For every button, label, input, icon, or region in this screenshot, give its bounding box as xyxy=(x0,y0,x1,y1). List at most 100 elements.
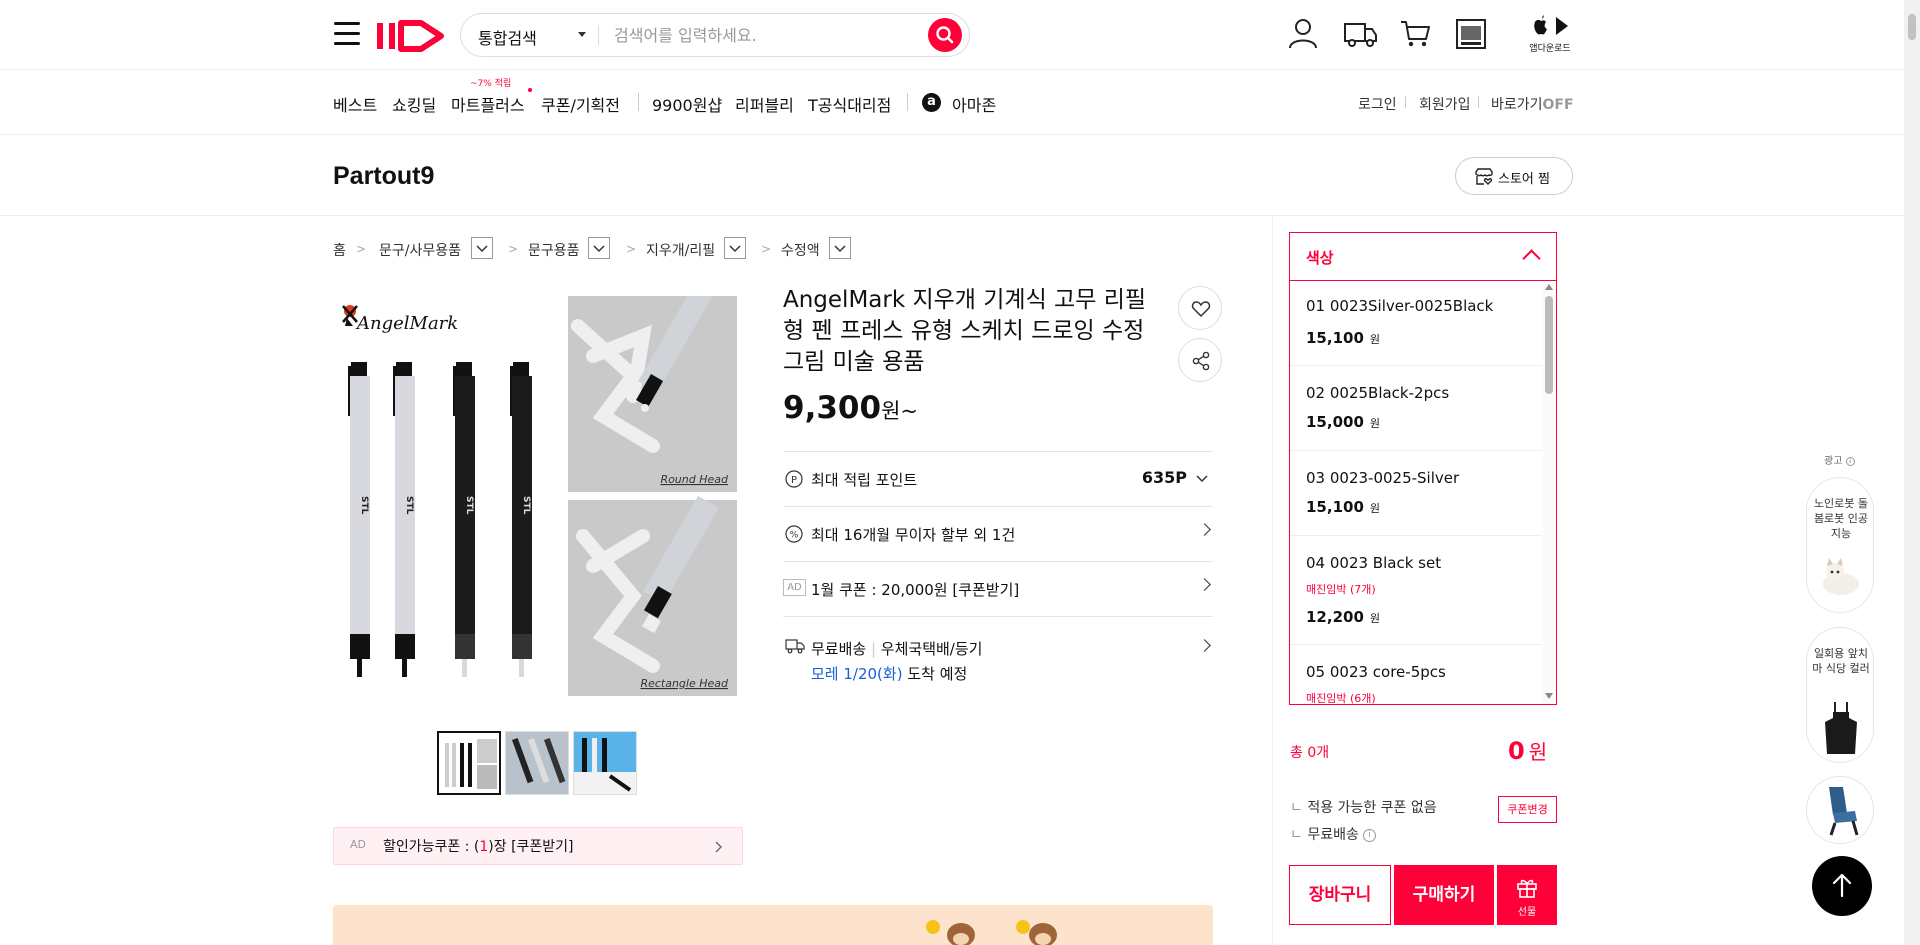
breadcrumb-category-3[interactable]: 지우개/리필 xyxy=(646,240,715,260)
page-scrollbar-thumb[interactable] xyxy=(1908,14,1916,40)
coupon-suffix: )장 [쿠폰받기] xyxy=(488,839,574,855)
coupon-change-button[interactable]: 쿠폰변경 xyxy=(1498,796,1557,823)
store-like-button[interactable]: 스토어 찜 xyxy=(1455,157,1573,195)
info-icon[interactable]: i xyxy=(1845,456,1855,466)
product-thumbnail[interactable] xyxy=(505,731,569,795)
breadcrumb-category-2[interactable]: 문구용품 xyxy=(528,240,580,260)
max-points-row[interactable]: P 최대 적립 포인트 635P xyxy=(783,452,1213,506)
price-unit: 원~ xyxy=(881,399,918,423)
nav-item-coupon[interactable]: 쿠폰/기획전 xyxy=(541,92,620,116)
scroll-up-arrow-icon[interactable] xyxy=(1545,284,1553,290)
product-thumbnail[interactable] xyxy=(437,731,501,795)
coupon-prefix: 할인가능쿠폰 : ( xyxy=(383,839,480,855)
nav-item-amazon[interactable]: 아마존 xyxy=(952,92,996,116)
buy-now-button[interactable]: 구매하기 xyxy=(1394,865,1494,925)
recent-viewed-icon[interactable] xyxy=(1455,18,1487,50)
app-store-icons[interactable] xyxy=(1530,14,1572,40)
search-type-select[interactable]: 통합검색 xyxy=(478,25,537,49)
breadcrumb-chevron-icon: > xyxy=(508,242,519,256)
price-value: 9,300 xyxy=(783,390,882,426)
store-heart-icon xyxy=(1475,168,1493,185)
shortcut-toggle[interactable]: 바로가기OFF xyxy=(1491,94,1574,114)
option-scrollbar-thumb[interactable] xyxy=(1545,296,1553,394)
option-price: 15,100 원 xyxy=(1306,498,1381,516)
angelmark-logo-icon xyxy=(342,305,358,326)
nav-item-shocking-deal[interactable]: 쇼킹딜 xyxy=(392,92,436,116)
round-head-panel xyxy=(568,296,737,492)
option-item[interactable]: 05 0023 core-5pcs 매진임박 (6개) xyxy=(1290,645,1542,704)
join-link[interactable]: 회원가입 xyxy=(1419,94,1471,114)
wishlist-button[interactable] xyxy=(1178,286,1222,330)
page-scrollbar[interactable] xyxy=(1904,0,1920,945)
round-head-caption: Round Head xyxy=(660,473,729,486)
nav-item-t-agency[interactable]: T공식대리점 xyxy=(808,92,891,116)
nav-item-best[interactable]: 베스트 xyxy=(333,92,377,116)
total-count: 총 0개 xyxy=(1290,745,1330,761)
breadcrumb-home[interactable]: 홈 xyxy=(333,240,346,260)
option-item[interactable]: 04 0023 Black set 매진임박 (7개) 12,200 원 xyxy=(1290,536,1542,645)
add-to-cart-button[interactable]: 장바구니 xyxy=(1289,865,1391,925)
ad-card-text: 일회용 앞치마 식당 컬러 xyxy=(1812,647,1870,675)
util-divider xyxy=(1478,96,1479,108)
discount-coupon-text[interactable]: 할인가능쿠폰 : (1)장 [쿠폰받기] xyxy=(383,836,574,856)
option-header-label[interactable]: 색상 xyxy=(1306,247,1334,268)
breadcrumb-dropdown[interactable] xyxy=(588,237,610,259)
chevron-right-icon xyxy=(1198,639,1211,652)
svg-text:%: % xyxy=(790,531,799,541)
point-icon: P xyxy=(785,470,803,488)
delivery-truck-icon xyxy=(785,639,805,654)
ad-card-robot[interactable]: 노인로봇 돌봄로봇 인공지능 xyxy=(1806,477,1874,613)
breadcrumb-category-1[interactable]: 문구/사무용품 xyxy=(379,240,461,260)
product-thumbnail[interactable] xyxy=(573,731,637,795)
heart-icon xyxy=(1191,301,1211,318)
user-icon[interactable] xyxy=(1286,16,1320,50)
option-name: 03 0023-0025-Silver xyxy=(1306,469,1460,487)
menu-icon[interactable] xyxy=(334,22,360,46)
search-divider xyxy=(598,25,599,45)
share-button[interactable] xyxy=(1178,338,1222,382)
info-icon[interactable]: i xyxy=(1362,828,1376,842)
util-divider xyxy=(1405,96,1406,108)
installment-row[interactable]: % 최대 16개월 무이자 할부 외 1건 xyxy=(783,507,1213,561)
shipping-row[interactable]: 무료배송 | 우체국택배/등기 모레 1/20(화) 도착 예정 xyxy=(783,617,1213,687)
scroll-down-arrow-icon[interactable] xyxy=(1545,693,1553,699)
gift-button[interactable]: 선물 xyxy=(1497,865,1557,925)
nav-item-refurbly[interactable]: 리퍼블리 xyxy=(735,92,794,116)
breadcrumb-category-4[interactable]: 수정액 xyxy=(781,240,820,260)
ad-card-apron[interactable]: 일회용 앞치마 식당 컬러 xyxy=(1806,627,1874,763)
product-main-image[interactable]: AngelMark STL STL STL STL Round Head Rec… xyxy=(333,296,737,696)
free-shipping-text: 무료배송 xyxy=(1307,827,1359,843)
max-points-value: 635P xyxy=(1141,468,1187,487)
store-bar xyxy=(0,136,1904,216)
breadcrumb-dropdown[interactable] xyxy=(724,237,746,259)
store-name[interactable]: Partout9 xyxy=(333,162,434,191)
option-item[interactable]: 01 0023Silver-0025Black 15,100 원 xyxy=(1290,281,1542,366)
nav-item-mart-plus[interactable]: 마트플러스 xyxy=(451,92,525,116)
delivery-truck-icon[interactable] xyxy=(1342,16,1378,50)
login-link[interactable]: 로그인 xyxy=(1358,94,1397,114)
cart-icon[interactable] xyxy=(1398,16,1432,50)
search-button[interactable] xyxy=(928,18,962,52)
site-logo[interactable] xyxy=(375,17,447,53)
pen-label: STL xyxy=(521,496,531,515)
chevron-right-icon xyxy=(1198,523,1211,536)
breadcrumb-chevron-icon: > xyxy=(761,242,772,256)
coupon-status: ㄴ 적용 가능한 쿠폰 없음 xyxy=(1290,800,1437,816)
app-download-label[interactable]: 앱다운로드 xyxy=(1528,41,1572,54)
promo-banner[interactable] xyxy=(333,905,1213,945)
pen-label: STL xyxy=(464,496,474,515)
ad-card-chair[interactable] xyxy=(1806,776,1874,844)
breadcrumb-dropdown[interactable] xyxy=(471,237,493,259)
option-item[interactable]: 03 0023-0025-Silver 15,100 원 xyxy=(1290,451,1542,536)
monthly-coupon-row[interactable]: AD 1월 쿠폰 : 20,000원 [쿠폰받기] xyxy=(783,562,1213,616)
amazon-icon[interactable]: a xyxy=(922,93,941,112)
option-item[interactable]: 02 0025Black-2pcs 15,000 원 xyxy=(1290,366,1542,451)
option-name: 04 0023 Black set xyxy=(1306,554,1442,572)
nav-item-9900[interactable]: 9900원샵 xyxy=(652,92,722,116)
scroll-to-top-button[interactable] xyxy=(1812,856,1872,916)
search-input[interactable] xyxy=(614,22,914,48)
chevron-down-icon xyxy=(834,245,846,253)
breadcrumb-dropdown[interactable] xyxy=(829,237,851,259)
option-name: 02 0025Black-2pcs xyxy=(1306,384,1450,402)
chevron-down-icon[interactable] xyxy=(578,32,586,37)
